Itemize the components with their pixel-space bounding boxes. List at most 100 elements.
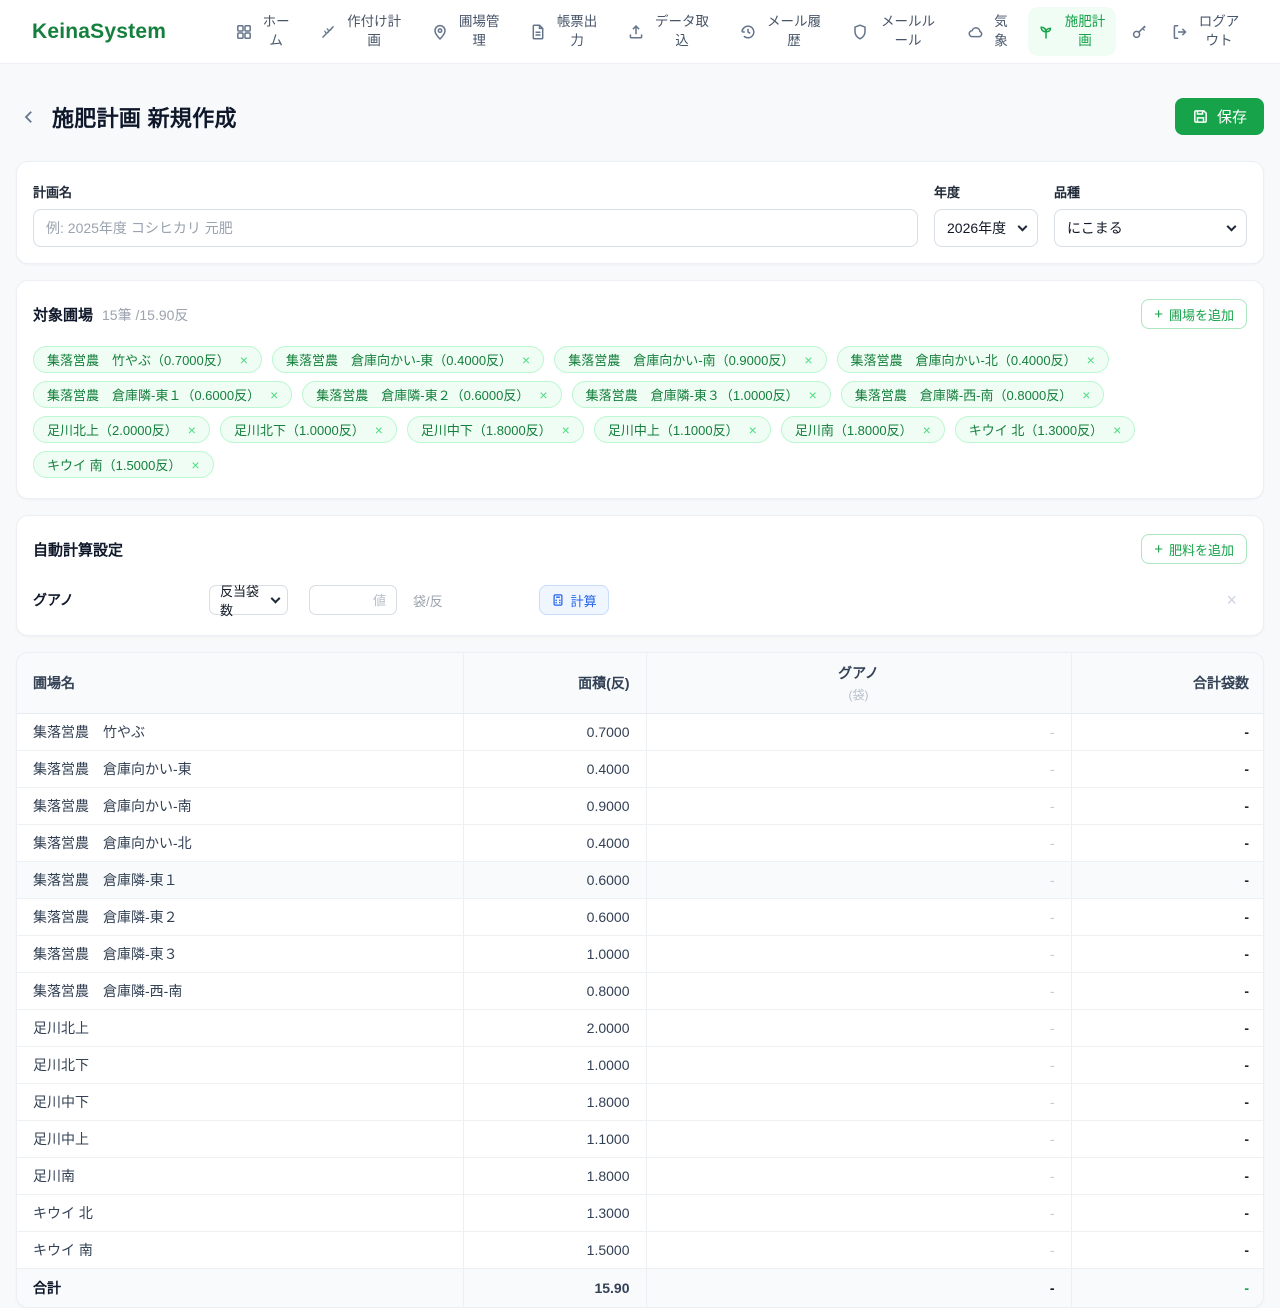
nav-label: ログアウト bbox=[1197, 13, 1241, 49]
page-title: 施肥計画 新規作成 bbox=[52, 101, 237, 133]
field-tag-label: 足川南（1.8000反） bbox=[795, 420, 913, 439]
table-row: 足川北上2.0000-- bbox=[17, 1010, 1264, 1047]
cell-field-name: 集落営農 倉庫隣-東３ bbox=[17, 936, 463, 973]
cell-field-name: 集落営農 倉庫向かい-南 bbox=[17, 788, 463, 825]
cell-field-name: キウイ 南 bbox=[17, 1232, 463, 1269]
cell-field-name: 足川北上 bbox=[17, 1010, 463, 1047]
calculate-button[interactable]: 計算 bbox=[539, 585, 609, 615]
nav-item-api-key[interactable] bbox=[1126, 17, 1152, 47]
remove-tag-icon[interactable]: × bbox=[1087, 353, 1095, 367]
remove-tag-icon[interactable]: × bbox=[188, 423, 196, 437]
table-row: 集落営農 倉庫隣-東３1.0000-- bbox=[17, 936, 1264, 973]
calc-result-table-card: 圃場名 面積(反) グアノ (袋) 合計袋数 集落営農 竹やぶ0.7000-- … bbox=[16, 652, 1264, 1308]
cell-area: 0.6000 bbox=[463, 899, 646, 936]
target-fields-count: 15筆 /15.90反 bbox=[102, 307, 188, 323]
remove-tag-icon[interactable]: × bbox=[522, 353, 530, 367]
remove-tag-icon[interactable]: × bbox=[539, 388, 547, 402]
calc-mode-select[interactable]: 反当袋数 bbox=[209, 585, 288, 615]
save-button[interactable]: 保存 bbox=[1175, 98, 1264, 135]
cell-guano: - bbox=[646, 862, 1071, 899]
table-row: 足川北下1.0000-- bbox=[17, 1047, 1264, 1084]
variety-select-value: にこまる bbox=[1054, 209, 1247, 247]
field-tag-label: 足川北下（1.0000反） bbox=[234, 420, 365, 439]
cell-total-area: 15.90 bbox=[463, 1269, 646, 1307]
nav-item-fertilization-plan[interactable]: 施肥計画 bbox=[1028, 7, 1116, 55]
remove-tag-icon[interactable]: × bbox=[804, 353, 812, 367]
remove-tag-icon[interactable]: × bbox=[809, 388, 817, 402]
remove-tag-icon[interactable]: × bbox=[191, 458, 199, 472]
upload-icon bbox=[627, 23, 645, 41]
cell-total-bags: - bbox=[1071, 1269, 1264, 1307]
field-tag-label: 集落営農 倉庫隣-東１（0.6000反） bbox=[47, 385, 260, 404]
cell-field-name: 集落営農 竹やぶ bbox=[17, 714, 463, 751]
cell-total: - bbox=[1071, 751, 1264, 788]
main-content: 施肥計画 新規作成 保存 計画名 年度 2026年度 品種 にこまる bbox=[0, 98, 1280, 1308]
field-tag: キウイ 北（1.3000反）× bbox=[955, 416, 1136, 443]
remove-tag-icon[interactable]: × bbox=[270, 388, 278, 402]
add-fertilizer-button[interactable]: + 肥料を追加 bbox=[1141, 534, 1247, 564]
nav-item-field-management[interactable]: 圃場管理 bbox=[422, 7, 510, 55]
cloud-icon bbox=[967, 23, 985, 41]
back-chevron-icon[interactable] bbox=[20, 108, 38, 126]
year-select[interactable]: 2026年度 bbox=[934, 209, 1038, 247]
nav-label: 作付け計画 bbox=[345, 13, 403, 49]
field-tag: 足川南（1.8000反） × bbox=[781, 416, 945, 443]
cell-guano: - bbox=[646, 788, 1071, 825]
cell-area: 1.0000 bbox=[463, 1047, 646, 1084]
remove-tag-icon[interactable]: × bbox=[240, 353, 248, 367]
cell-area: 0.4000 bbox=[463, 751, 646, 788]
auto-calc-card: 自動計算設定 + 肥料を追加 グアノ 反当袋数 袋/反 計算 × bbox=[16, 515, 1264, 636]
app-logo[interactable]: KeinaSystem bbox=[32, 20, 166, 44]
nav-item-mail-history[interactable]: メール履歴 bbox=[730, 7, 832, 55]
cell-field-name: 足川中上 bbox=[17, 1121, 463, 1158]
plan-name-input[interactable] bbox=[33, 209, 918, 247]
field-tag-label: キウイ 南（1.5000反） bbox=[47, 455, 181, 474]
nav-item-weather[interactable]: 気象 bbox=[958, 7, 1018, 55]
sprout-icon bbox=[1037, 23, 1055, 41]
plus-icon: + bbox=[1154, 307, 1163, 322]
cell-field-name: 足川中下 bbox=[17, 1084, 463, 1121]
cell-guano: - bbox=[646, 1121, 1071, 1158]
cell-total: - bbox=[1071, 1010, 1264, 1047]
nav-label: 圃場管理 bbox=[457, 13, 501, 49]
nav-label: 施肥計画 bbox=[1063, 13, 1107, 49]
calculator-icon bbox=[551, 593, 565, 607]
calc-value-input[interactable] bbox=[309, 585, 397, 615]
cell-field-name: 足川南 bbox=[17, 1158, 463, 1195]
top-navbar: KeinaSystem ホーム 作付け計画 圃場管理 帳票出力 bbox=[0, 0, 1280, 64]
field-tag-label: 集落営農 倉庫隣-東２（0.6000反） bbox=[316, 385, 529, 404]
nav-item-planting-plan[interactable]: 作付け計画 bbox=[310, 7, 412, 55]
remove-tag-icon[interactable]: × bbox=[749, 423, 757, 437]
nav-item-mail-rules[interactable]: メールルール bbox=[842, 7, 948, 55]
cell-field-name: 集落営農 倉庫隣-東１ bbox=[17, 862, 463, 899]
remove-tag-icon[interactable]: × bbox=[923, 423, 931, 437]
cell-guano: - bbox=[646, 825, 1071, 862]
nav-item-report-output[interactable]: 帳票出力 bbox=[520, 7, 608, 55]
field-tag: 集落営農 倉庫隣-東３（1.0000反）× bbox=[572, 381, 831, 408]
history-clock-icon bbox=[739, 23, 757, 41]
remove-tag-icon[interactable]: × bbox=[1113, 423, 1121, 437]
nav-item-logout[interactable]: ログアウト bbox=[1162, 7, 1250, 55]
field-tag: 足川北下（1.0000反） × bbox=[220, 416, 397, 443]
col-header-guano-unit: (袋) bbox=[663, 686, 1055, 703]
remove-fertilizer-icon[interactable]: × bbox=[1226, 590, 1237, 611]
cell-guano: - bbox=[646, 936, 1071, 973]
remove-tag-icon[interactable]: × bbox=[1082, 388, 1090, 402]
year-select-value: 2026年度 bbox=[934, 209, 1038, 247]
field-tag: 集落営農 倉庫隣-東２（0.6000反） × bbox=[302, 381, 561, 408]
nav-label: メールルール bbox=[877, 13, 939, 49]
cell-area: 1.0000 bbox=[463, 936, 646, 973]
field-tag: 集落営農 竹やぶ（0.7000反） × bbox=[33, 346, 262, 373]
remove-tag-icon[interactable]: × bbox=[562, 423, 570, 437]
cell-guano: - bbox=[646, 1232, 1071, 1269]
field-tag-label: 集落営農 竹やぶ（0.7000反） bbox=[47, 350, 230, 369]
nav-item-data-import[interactable]: データ取込 bbox=[618, 7, 720, 55]
nav-item-home[interactable]: ホーム bbox=[226, 7, 300, 55]
cell-total: - bbox=[1071, 788, 1264, 825]
variety-select[interactable]: にこまる bbox=[1054, 209, 1247, 247]
remove-tag-icon[interactable]: × bbox=[375, 423, 383, 437]
calculate-button-label: 計算 bbox=[571, 591, 597, 610]
add-field-button[interactable]: + 圃場を追加 bbox=[1141, 299, 1247, 329]
cell-guano: - bbox=[646, 1158, 1071, 1195]
page-header: 施肥計画 新規作成 保存 bbox=[16, 98, 1264, 135]
